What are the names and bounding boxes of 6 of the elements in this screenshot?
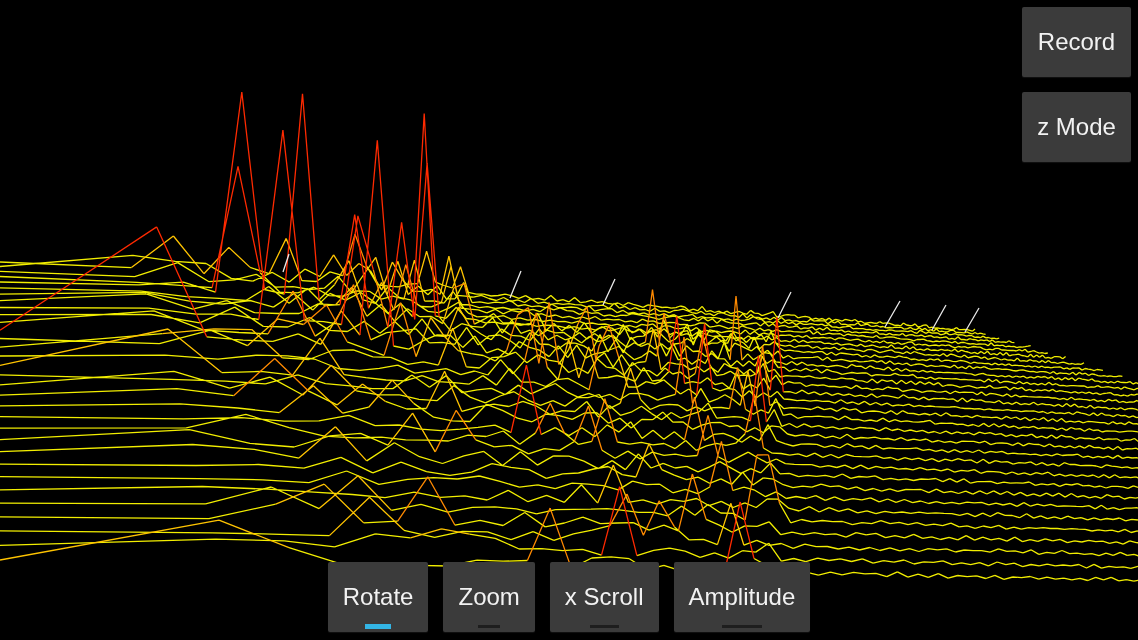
mode-tab[interactable]: x Scroll (549, 562, 659, 632)
mode-tab[interactable]: Zoom (443, 562, 535, 632)
action-button[interactable]: Record (1022, 7, 1131, 77)
action-button[interactable]: z Mode (1022, 92, 1131, 162)
mode-tab[interactable]: Amplitude (673, 562, 811, 632)
mode-tab[interactable]: Rotate (327, 562, 429, 632)
